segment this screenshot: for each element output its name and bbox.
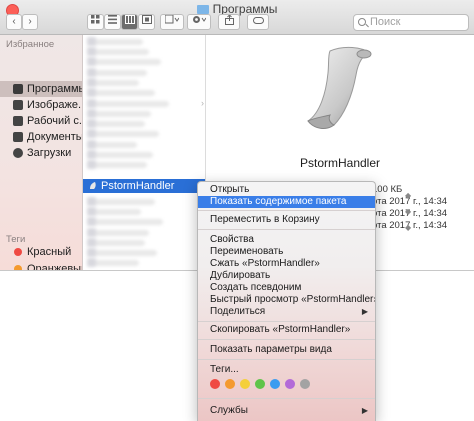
sidebar-tag-orange[interactable]: Оранжевый [0, 261, 82, 270]
list-item[interactable] [87, 197, 155, 206]
info-bullet: ◆ [405, 191, 412, 200]
list-item[interactable] [87, 150, 153, 159]
preview-title: PstormHandler [299, 156, 381, 170]
sidebar-item-applications[interactable]: Программы [0, 81, 82, 97]
file-column: PstormHandler [83, 35, 206, 270]
menu-separator [198, 229, 375, 230]
list-item[interactable] [87, 207, 141, 216]
sidebar-item-pictures[interactable]: Изображе... [0, 97, 82, 113]
search-input[interactable]: Поиск [353, 14, 469, 31]
red-tag-icon [14, 248, 22, 256]
menu-separator [198, 321, 375, 322]
menu-item-share[interactable]: Поделиться ▶ [198, 306, 375, 318]
submenu-arrow-icon: ▶ [361, 307, 368, 316]
folder-icon [196, 5, 209, 14]
list-item[interactable] [87, 258, 139, 267]
tag-red-dot[interactable] [210, 379, 220, 389]
downloads-icon [13, 148, 23, 158]
tag-icon [252, 17, 264, 24]
share-button[interactable] [218, 14, 240, 30]
app-icon [90, 182, 96, 189]
context-menu: Открыть Показать содержимое пакета Перем… [197, 181, 376, 421]
documents-icon [13, 132, 23, 142]
menu-item-duplicate[interactable]: Дублировать [198, 270, 375, 282]
chevron-right-icon: › [201, 98, 204, 108]
grid-icon [91, 15, 100, 24]
list-item[interactable] [87, 217, 163, 226]
menu-item-rename[interactable]: Переименовать [198, 246, 375, 258]
menu-item-copy[interactable]: Скопировать «PstormHandler» [198, 324, 375, 336]
script-app-icon [307, 46, 372, 129]
desktop-icon [13, 116, 23, 126]
submenu-arrow-icon: ▶ [361, 406, 368, 415]
list-item[interactable] [87, 119, 145, 128]
list-item[interactable] [87, 228, 149, 237]
gallery-icon [141, 15, 152, 24]
back-button[interactable]: ‹ [6, 14, 22, 30]
selected-file-row[interactable]: PstormHandler [83, 179, 205, 193]
tag-orange-dot[interactable] [225, 379, 235, 389]
column-view-button[interactable] [121, 14, 138, 30]
toolbar: Программы ‹ › Поиск [0, 0, 474, 35]
gear-icon [193, 16, 207, 23]
list-item[interactable] [87, 47, 149, 56]
list-item[interactable] [87, 238, 145, 247]
forward-button[interactable]: › [22, 14, 38, 30]
info-bullet: ◆ [405, 207, 412, 216]
tag-purple-dot[interactable] [285, 379, 295, 389]
menu-separator [198, 210, 375, 211]
sidebar-item-desktop[interactable]: Рабочий с... [0, 113, 82, 129]
menu-item-get-info[interactable]: Свойства [198, 234, 375, 246]
menu-separator [198, 398, 375, 399]
tag-gray-dot[interactable] [300, 379, 310, 389]
sidebar-item-downloads[interactable]: Загрузки [0, 145, 82, 161]
tag-color-row [210, 379, 360, 389]
sidebar-tag-red[interactable]: Красный [0, 244, 82, 260]
tag-green-dot[interactable] [255, 379, 265, 389]
sidebar-item-documents[interactable]: Документы [0, 129, 82, 145]
tag-blue-dot[interactable] [270, 379, 280, 389]
menu-item-move-to-trash[interactable]: Переместить в Корзину [198, 214, 375, 226]
list-item[interactable] [87, 140, 137, 149]
menu-item-quick-look[interactable]: Быстрый просмотр «PstormHandler» [198, 294, 375, 306]
list-item[interactable] [87, 160, 147, 169]
list-item[interactable] [87, 109, 151, 118]
info-bullet: ◆ [405, 223, 412, 232]
search-icon [358, 18, 366, 26]
menu-separator [198, 339, 375, 340]
menu-item-services[interactable]: Службы ▶ [198, 405, 375, 417]
list-item[interactable] [87, 37, 143, 46]
tag-yellow-dot[interactable] [240, 379, 250, 389]
menu-item-show-package-contents[interactable]: Показать содержимое пакета [198, 196, 375, 208]
menu-item-show-view-options[interactable]: Показать параметры вида [198, 344, 375, 356]
edit-tags-button[interactable] [247, 14, 269, 30]
menu-item-tags[interactable]: Теги... [198, 364, 375, 376]
list-item[interactable] [87, 78, 139, 87]
group-by-button[interactable] [160, 14, 184, 30]
list-item[interactable] [87, 88, 155, 97]
sidebar: Избранное Программы Изображе... Рабочий … [0, 35, 83, 270]
icon-view-button[interactable] [87, 14, 104, 30]
applications-icon [13, 84, 23, 94]
info-size: 100 КБ [372, 184, 403, 195]
menu-item-compress[interactable]: Сжать «PstormHandler» [198, 258, 375, 270]
pictures-icon [13, 100, 23, 110]
list-view-button[interactable] [104, 14, 121, 30]
list-item[interactable] [87, 68, 147, 77]
menu-item-open[interactable]: Открыть [198, 184, 375, 196]
columns-icon [124, 15, 135, 24]
action-button[interactable] [187, 14, 211, 30]
menu-item-make-alias[interactable]: Создать псевдоним [198, 282, 375, 294]
gallery-view-button[interactable] [138, 14, 155, 30]
list-item[interactable] [87, 248, 157, 257]
list-item[interactable] [87, 129, 159, 138]
favorites-header: Избранное [6, 39, 55, 50]
list-item[interactable] [87, 99, 169, 108]
list-item[interactable] [87, 57, 161, 66]
orange-tag-icon [14, 265, 22, 270]
menu-separator [198, 359, 375, 360]
share-icon [224, 14, 234, 25]
group-icon [164, 14, 180, 24]
list-icon [108, 15, 117, 24]
